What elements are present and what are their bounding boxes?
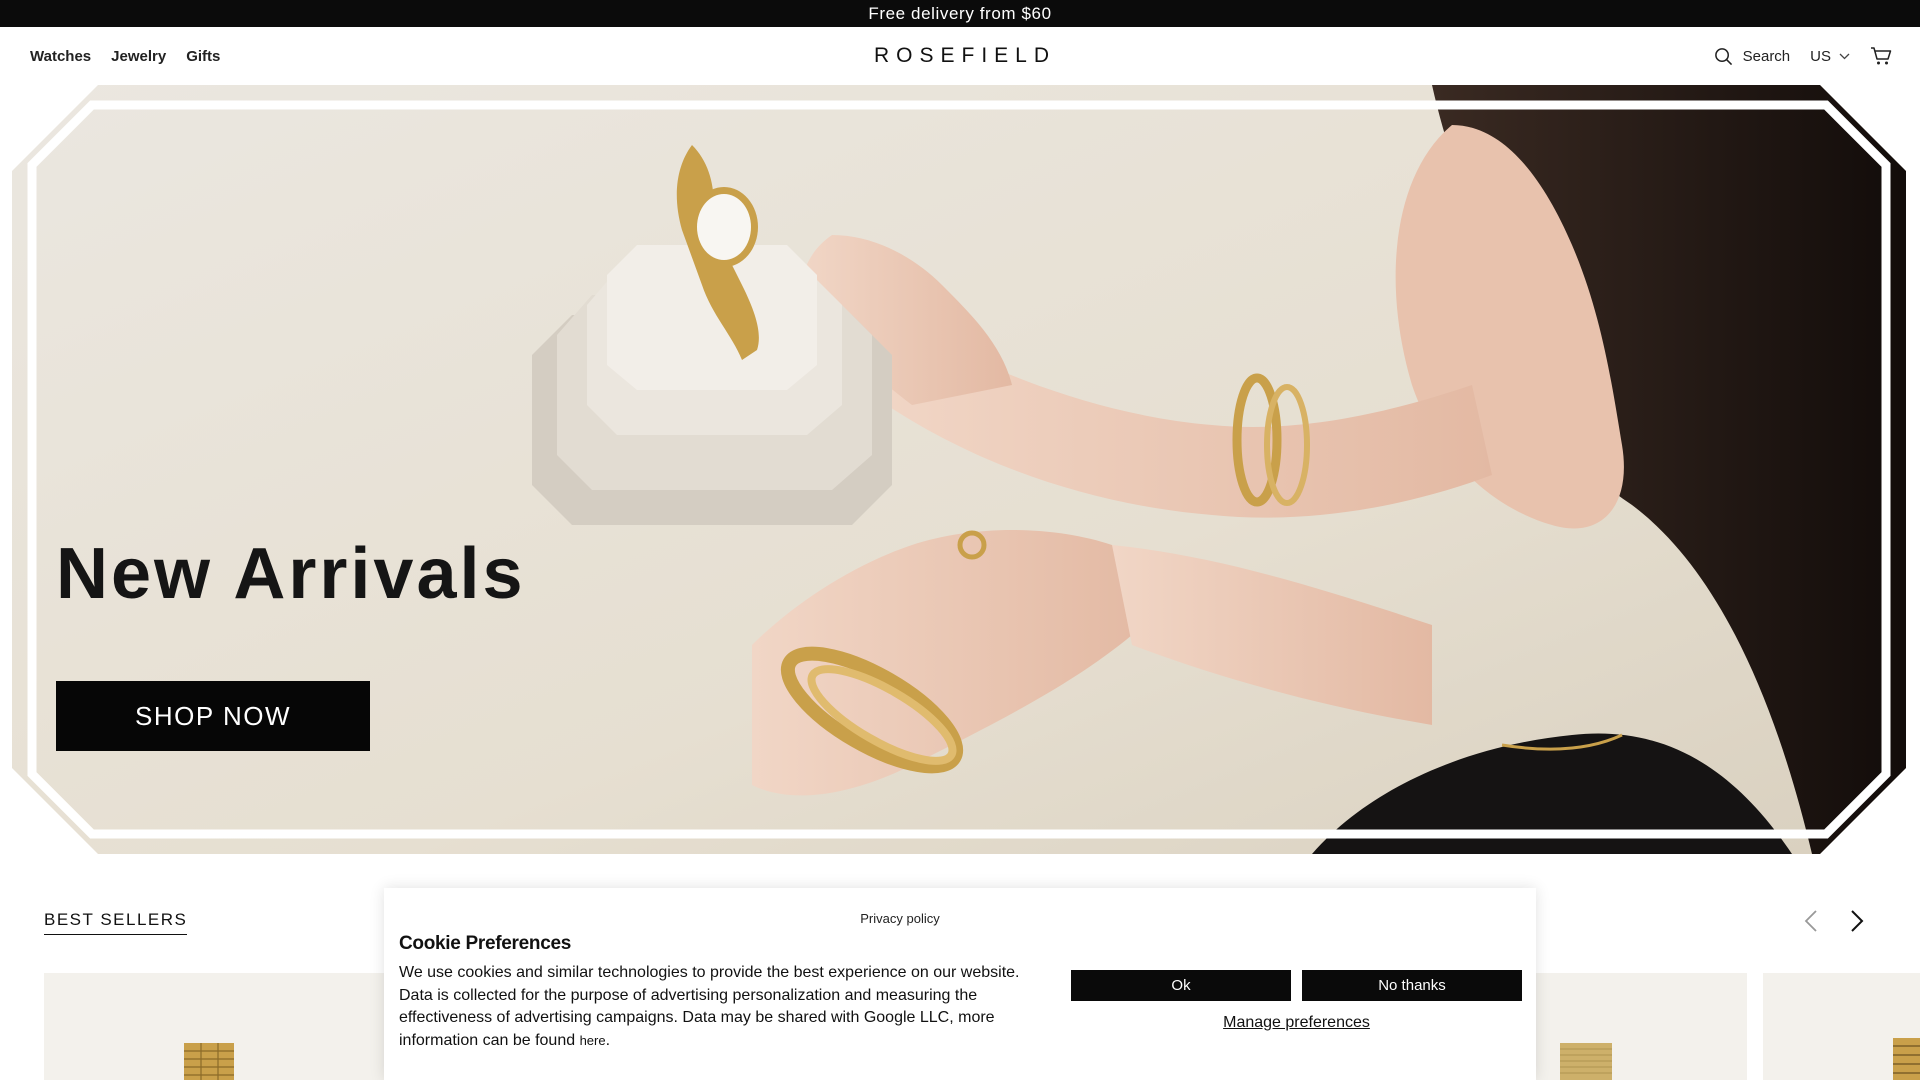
search-icon bbox=[1714, 47, 1732, 65]
cart-button[interactable] bbox=[1870, 46, 1892, 66]
brand-logo[interactable]: ROSEFIELD bbox=[874, 44, 1056, 68]
product-image bbox=[1893, 1038, 1920, 1080]
chevron-left-icon bbox=[1804, 910, 1817, 932]
nav-jewelry[interactable]: Jewelry bbox=[111, 48, 166, 65]
announcement-text: Free delivery from $60 bbox=[868, 3, 1052, 23]
hero-title: New Arrivals bbox=[56, 534, 526, 614]
best-sellers-title[interactable]: BEST SELLERS bbox=[44, 910, 188, 935]
chevron-right-icon bbox=[1851, 910, 1864, 932]
product-card[interactable] bbox=[1535, 973, 1747, 1080]
cookie-heading: Cookie Preferences bbox=[399, 933, 572, 954]
carousel-next-button[interactable] bbox=[1842, 906, 1872, 936]
cookie-ok-button[interactable]: Ok bbox=[1071, 970, 1291, 1001]
nav-watches[interactable]: Watches bbox=[30, 48, 91, 65]
cookie-banner: Privacy policy Cookie Preferences We use… bbox=[384, 888, 1536, 1080]
chevron-down-icon bbox=[1839, 53, 1850, 59]
cookie-description: We use cookies and similar technologies … bbox=[399, 964, 1020, 1049]
cart-icon bbox=[1871, 47, 1892, 65]
privacy-policy-link[interactable]: Privacy policy bbox=[384, 911, 1536, 926]
product-image bbox=[184, 1043, 234, 1080]
nav-gifts[interactable]: Gifts bbox=[186, 48, 220, 65]
logo-wrap: ROSEFIELD bbox=[0, 27, 1920, 85]
search-button[interactable]: Search bbox=[1714, 47, 1791, 66]
cookie-no-thanks-button[interactable]: No thanks bbox=[1302, 970, 1522, 1001]
locale-label: US bbox=[1810, 47, 1831, 65]
announcement-bar: Free delivery from $60 bbox=[0, 0, 1920, 27]
manage-preferences-link[interactable]: Manage preferences bbox=[1071, 1014, 1522, 1032]
header-tools: Search US bbox=[1714, 27, 1892, 85]
hero-banner: New Arrivals SHOP NOW bbox=[12, 85, 1906, 854]
site-header: Watches Jewelry Gifts ROSEFIELD Search U… bbox=[0, 27, 1920, 85]
cookie-body-text: We use cookies and similar technologies … bbox=[399, 964, 1020, 1049]
locale-selector[interactable]: US bbox=[1810, 48, 1850, 65]
carousel-prev-button[interactable] bbox=[1796, 906, 1826, 936]
shop-now-button[interactable]: SHOP NOW bbox=[56, 681, 370, 751]
product-card[interactable] bbox=[1763, 973, 1920, 1080]
product-card[interactable] bbox=[44, 973, 384, 1080]
main-nav: Watches Jewelry Gifts bbox=[30, 27, 220, 85]
product-image bbox=[1560, 1043, 1612, 1080]
cookie-here-link[interactable]: here bbox=[580, 1033, 606, 1048]
search-label: Search bbox=[1742, 47, 1791, 65]
